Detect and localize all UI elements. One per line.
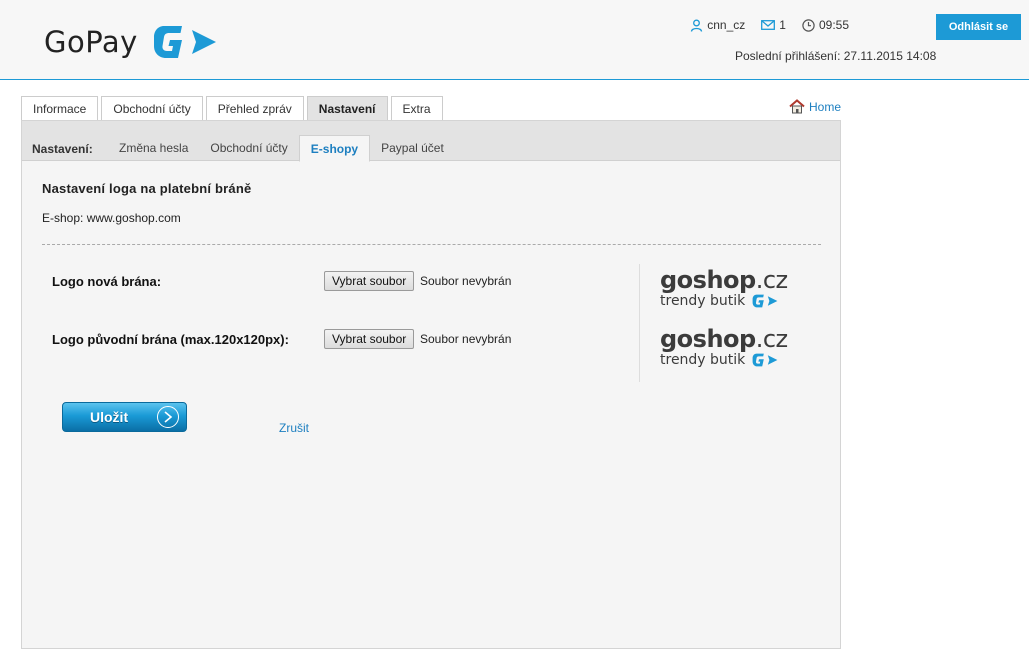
subtab-paypal-ucet[interactable]: Paypal účet [370, 135, 455, 161]
logo-new-gateway-label: Logo nová brána: [52, 274, 162, 289]
logo-preview-tagline: trendy butik [660, 352, 785, 368]
tab-informace[interactable]: Informace [21, 96, 99, 120]
tab-extra[interactable]: Extra [390, 96, 443, 120]
logo-text: GoPay [44, 25, 138, 59]
current-time: 09:55 [818, 18, 849, 32]
user-icon [691, 19, 703, 32]
save-label: Uložit [90, 409, 129, 425]
save-button[interactable]: Uložit [62, 402, 187, 432]
home-link[interactable]: Home [789, 99, 841, 114]
header: GoPay cnn_cz 1 09:55 Odhlásit se Posledn… [0, 0, 1029, 80]
tab-prehled-zprav[interactable]: Přehled zpráv [205, 96, 304, 120]
logo-preview-original: goshop.cz trendy butik [660, 325, 788, 368]
logo-preview-brand: goshop.cz [660, 266, 788, 294]
username: cnn_cz [707, 18, 746, 32]
arrow-right-icon [157, 406, 179, 428]
gopay-g-icon [153, 26, 216, 58]
logo-original-gateway-label: Logo původní brána (max.120x120px): [52, 332, 289, 347]
subnav: Nastavení: Změna hesla Obchodní účty E-s… [22, 121, 840, 162]
gopay-g-icon [752, 294, 778, 308]
tab-obchodni-ucty[interactable]: Obchodní účty [101, 96, 203, 120]
divider [42, 244, 821, 245]
logo-preview-new: goshop.cz trendy butik [660, 266, 788, 309]
home-icon [789, 99, 805, 114]
subtab-eshopy[interactable]: E-shopy [298, 135, 371, 162]
content-title: Nastavení loga na platební bráně [42, 181, 252, 196]
messages-count: 1 [779, 18, 786, 32]
cancel-link[interactable]: Zrušit [279, 421, 309, 435]
eshop-url: E-shop: www.goshop.com [42, 211, 181, 225]
logo-preview-brand: goshop.cz [660, 325, 788, 353]
settings-panel: Nastavení: Změna hesla Obchodní účty E-s… [21, 120, 841, 649]
time-item: 09:55 [802, 18, 849, 32]
choose-file-button-new[interactable]: Vybrat soubor [324, 271, 415, 291]
last-login: Poslední přihlášení: 27.11.2015 14:08 [735, 49, 937, 63]
subtab-obchodni-ucty[interactable]: Obchodní účty [199, 135, 298, 161]
user-info-row: cnn_cz 1 09:55 [690, 18, 849, 32]
clock-icon [802, 18, 815, 32]
messages-item[interactable]: 1 [761, 18, 786, 32]
gopay-logo[interactable]: GoPay [44, 22, 218, 62]
home-label: Home [809, 100, 842, 114]
vertical-separator [639, 264, 640, 382]
logout-button[interactable]: Odhlásit se [936, 14, 1021, 40]
logo-preview-tagline: trendy butik [660, 293, 785, 309]
subtabs: Změna hesla Obchodní účty E-shopy Paypal… [108, 135, 455, 162]
file-status-original: Soubor nevybrán [420, 332, 512, 346]
subnav-label: Nastavení: [32, 142, 93, 156]
tab-nastaveni[interactable]: Nastavení [306, 96, 388, 120]
choose-file-button-original[interactable]: Vybrat soubor [324, 329, 415, 349]
envelope-icon [761, 20, 776, 30]
main-tabs: Informace Obchodní účty Přehled zpráv Na… [21, 96, 443, 120]
gopay-g-icon [752, 353, 778, 367]
subtab-zmena-hesla[interactable]: Změna hesla [108, 135, 199, 161]
file-status-new: Soubor nevybrán [420, 274, 512, 288]
user-item[interactable]: cnn_cz [690, 18, 745, 32]
